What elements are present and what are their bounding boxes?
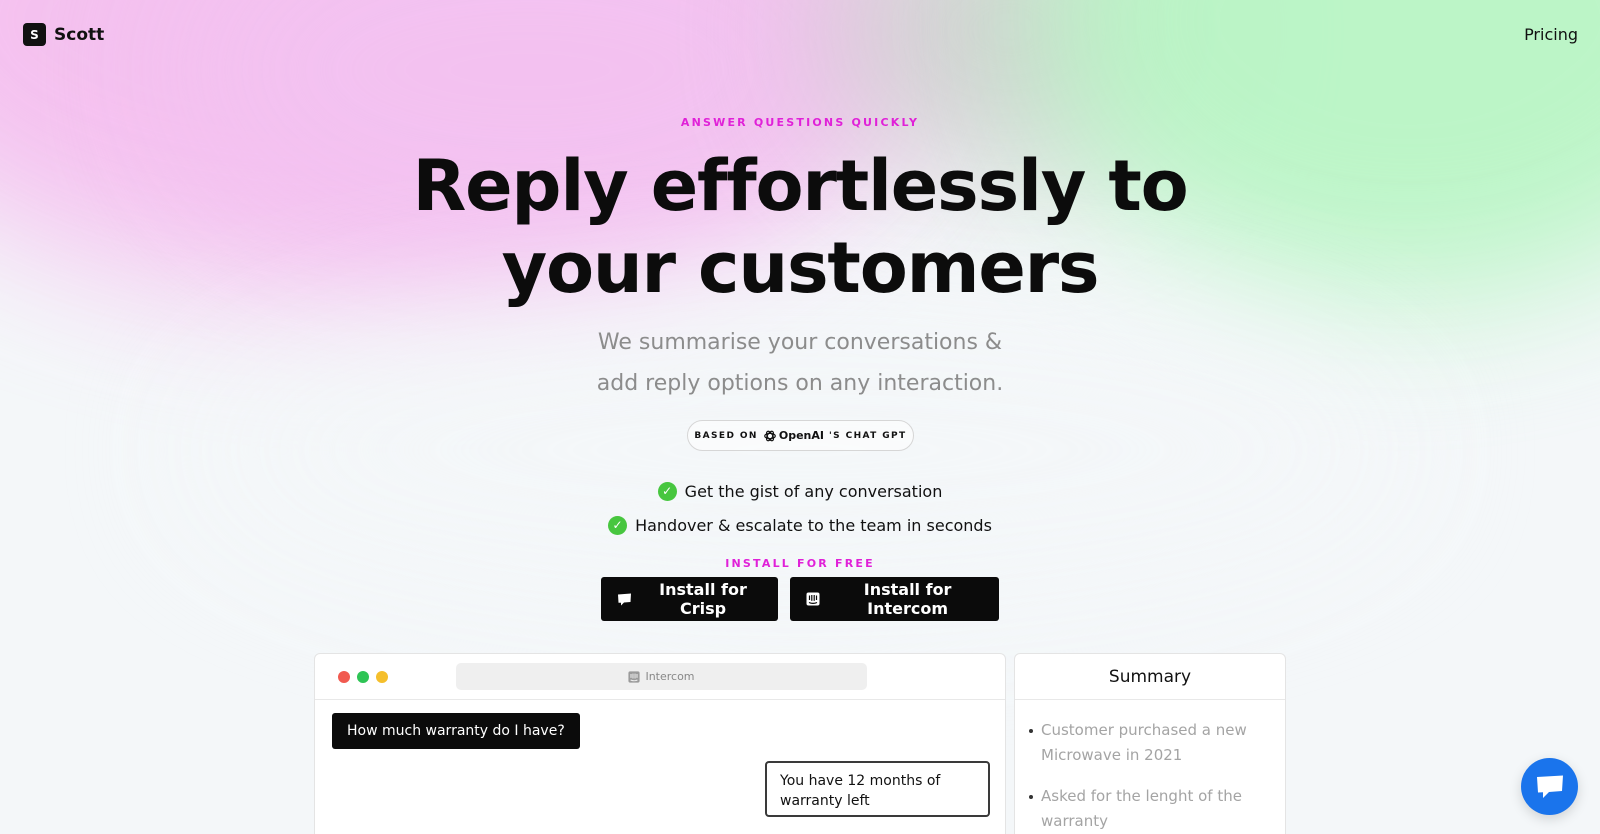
chat-bubble-icon	[617, 592, 632, 606]
page: S Scott Pricing ANSWER QUESTIONS QUICKLY…	[0, 0, 1600, 834]
feature-text: Get the gist of any conversation	[684, 481, 943, 501]
badge-brand: OpenAI	[778, 429, 824, 442]
check-circle-icon: ✓	[657, 481, 677, 501]
nav-pricing-link[interactable]: Pricing	[1524, 25, 1578, 44]
hero-eyebrow: ANSWER QUESTIONS QUICKLY	[680, 116, 920, 129]
hero-subtitle-line-2: add reply options on any interaction.	[596, 371, 1004, 396]
customer-message: How much warranty do I have?	[332, 713, 580, 749]
feature-item: ✓ Get the gist of any conversation	[0, 474, 1600, 508]
brand-logo-icon: S	[23, 23, 46, 46]
hero-subtitle-line-1: We summarise your conversations &	[597, 330, 1003, 355]
window-zoom-dot	[357, 671, 369, 683]
summary-panel: Summary Customer purchased a new Microwa…	[1014, 653, 1286, 834]
chat-launcher-button[interactable]	[1521, 758, 1578, 815]
openai-logo-icon	[764, 430, 776, 441]
openai-badge: BASED ON OpenAI 'S CHAT GPT	[687, 420, 914, 451]
hero-title-line-1: Reply effortlessly to	[412, 145, 1188, 227]
install-eyebrow: INSTALL FOR FREE	[725, 557, 875, 570]
hero-title-line-2: your customers	[501, 227, 1100, 309]
app-address-bar: Intercom	[456, 663, 867, 690]
chat-preview-window: Intercom How much warranty do I have? Yo…	[314, 653, 1006, 834]
hero-subtitle: We summarise your conversations & add re…	[0, 322, 1600, 404]
app-name: Intercom	[645, 670, 695, 683]
feature-text: Handover & escalate to the team in secon…	[635, 515, 992, 535]
summary-title: Summary	[1015, 654, 1285, 700]
install-buttons: Install for Crisp Install for Intercom	[0, 577, 1600, 621]
install-crisp-label: Install for Crisp	[659, 580, 747, 618]
install-intercom-label: Install for Intercom	[863, 580, 952, 618]
summary-item: Asked for the lenght of the warranty	[1029, 784, 1273, 834]
intercom-icon	[806, 592, 820, 606]
chat-launcher-icon	[1536, 775, 1563, 798]
check-circle-icon: ✓	[608, 515, 628, 535]
install-crisp-button[interactable]: Install for Crisp	[601, 577, 778, 621]
badge-suffix: 'S CHAT GPT	[829, 430, 907, 441]
chat-window-titlebar: Intercom	[315, 654, 1005, 700]
intercom-icon	[628, 670, 641, 683]
hero-title: Reply effortlessly to your customers	[0, 145, 1600, 309]
summary-list: Customer purchased a new Microwave in 20…	[1015, 700, 1285, 834]
agent-reply-message: You have 12 months of warranty left	[765, 761, 990, 817]
openai-brand: OpenAI	[763, 429, 824, 443]
brand-logo-link[interactable]: S Scott	[23, 23, 104, 46]
badge-prefix: BASED ON	[694, 430, 758, 441]
brand-name: Scott	[54, 24, 105, 45]
feature-item: ✓ Handover & escalate to the team in sec…	[0, 508, 1600, 542]
summary-item: Customer purchased a new Microwave in 20…	[1029, 718, 1273, 768]
feature-list: ✓ Get the gist of any conversation ✓ Han…	[0, 474, 1600, 542]
install-intercom-button[interactable]: Install for Intercom	[790, 577, 999, 621]
window-minimize-dot	[376, 671, 388, 683]
window-close-dot	[338, 671, 350, 683]
